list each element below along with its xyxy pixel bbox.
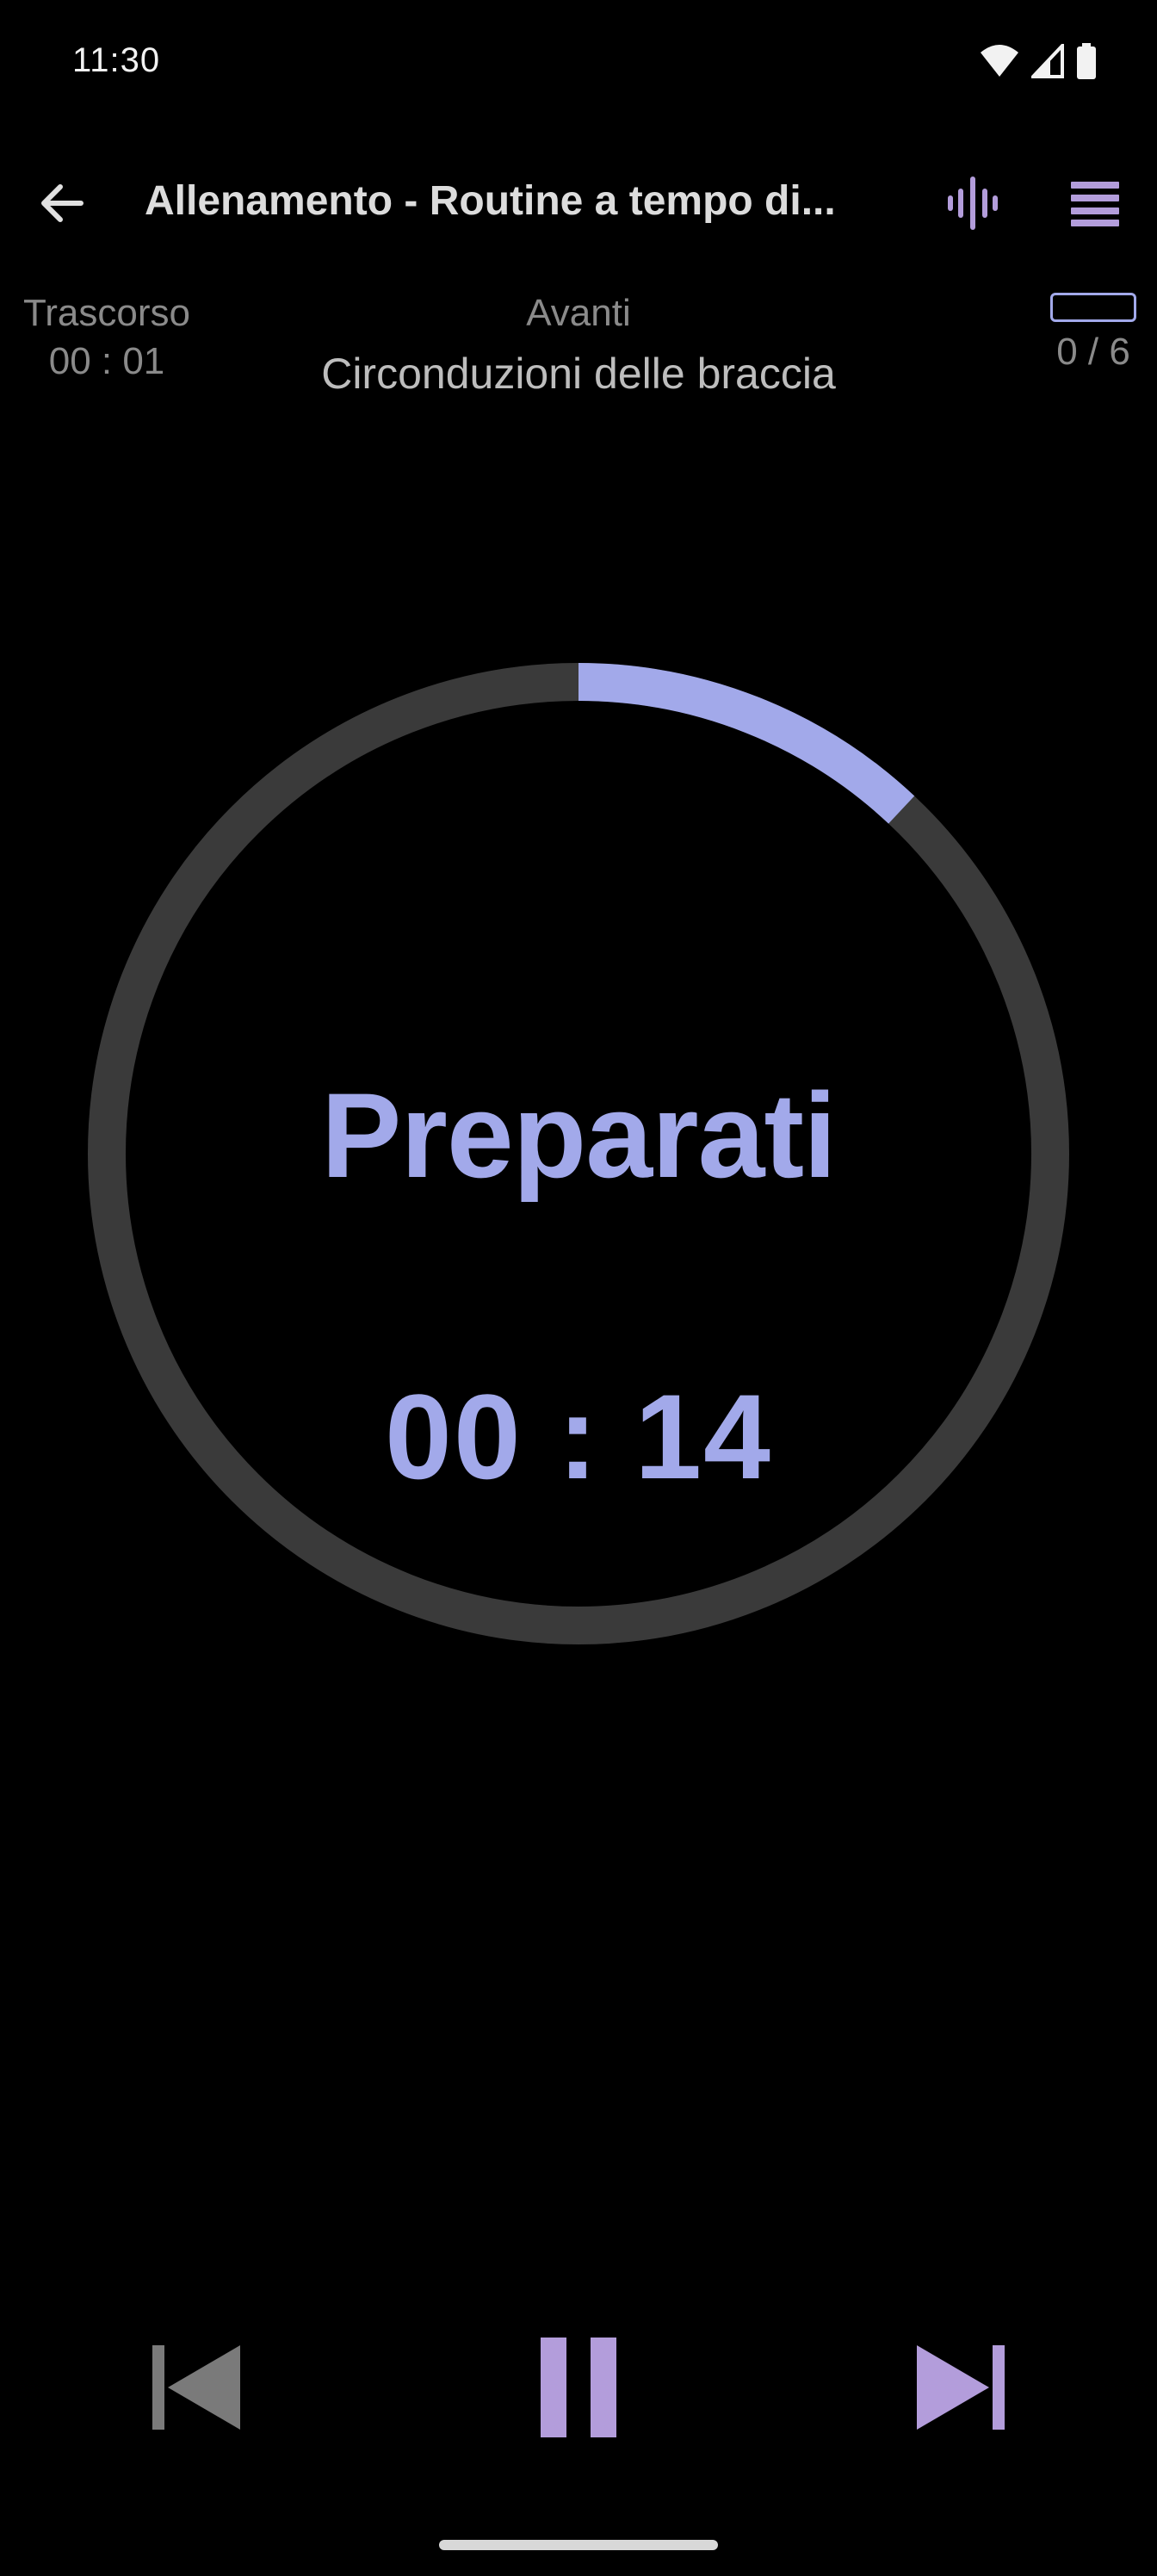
pause-button[interactable] bbox=[510, 2325, 647, 2454]
playback-controls bbox=[0, 2325, 1157, 2454]
status-bar: 11:30 bbox=[0, 0, 1157, 129]
exercise-progress: 0 / 6 bbox=[1042, 293, 1145, 374]
elapsed-time: Trascorso 00 : 01 bbox=[12, 289, 201, 386]
menu-button[interactable] bbox=[1061, 170, 1129, 239]
cellular-signal-icon bbox=[1029, 40, 1064, 83]
app-bar: Allenamento - Routine a tempo di... bbox=[0, 146, 1157, 258]
exercise-progress-count: 0 / 6 bbox=[1056, 331, 1130, 373]
page-title: Allenamento - Routine a tempo di... bbox=[145, 178, 836, 224]
phase-label: Preparati bbox=[321, 1068, 837, 1203]
status-icons bbox=[980, 40, 1097, 84]
elapsed-label: Trascorso bbox=[23, 292, 190, 334]
battery-icon bbox=[1076, 43, 1097, 84]
next-label: Avanti bbox=[526, 292, 631, 334]
wifi-icon bbox=[980, 44, 1019, 83]
arrow-back-icon bbox=[36, 177, 88, 233]
home-indicator[interactable] bbox=[439, 2540, 718, 2550]
countdown-timer: 00 : 14 bbox=[385, 1369, 772, 1504]
menu-list-icon bbox=[1069, 180, 1121, 231]
next-exercise-name: Circonduzioni delle braccia bbox=[321, 350, 836, 398]
next-exercise-block: Avanti Circonduzioni delle braccia bbox=[234, 289, 923, 405]
elapsed-value: 00 : 01 bbox=[48, 340, 165, 382]
status-time: 11:30 bbox=[72, 41, 161, 79]
timer-ring: Preparati 00 : 14 bbox=[86, 661, 1071, 1646]
previous-button[interactable] bbox=[126, 2325, 263, 2454]
back-button[interactable] bbox=[29, 172, 95, 238]
skip-next-icon bbox=[915, 2340, 1010, 2439]
next-button[interactable] bbox=[894, 2325, 1031, 2454]
exercise-progress-bar bbox=[1050, 293, 1136, 322]
sound-button[interactable] bbox=[938, 170, 1007, 239]
skip-previous-icon bbox=[147, 2340, 242, 2439]
pause-icon bbox=[535, 2336, 622, 2443]
audio-waveform-icon bbox=[945, 176, 1000, 235]
